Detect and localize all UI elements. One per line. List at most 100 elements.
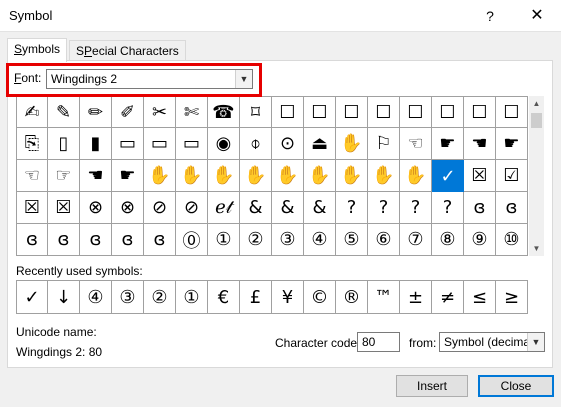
tab-special-characters[interactable]: SPecial Characters <box>69 40 186 62</box>
symbol-cell[interactable]: ☛ <box>432 128 464 160</box>
symbol-cell[interactable]: ⏏ <box>304 128 336 160</box>
recent-symbol-cell[interactable]: ✓ <box>16 280 48 314</box>
symbol-cell[interactable]: ⑥ <box>368 224 400 256</box>
symbol-cell[interactable]: ✋ <box>208 160 240 192</box>
symbol-cell[interactable]: ɞ <box>16 224 48 256</box>
symbol-cell[interactable]: ɞ <box>80 224 112 256</box>
symbol-cell[interactable]: ☚ <box>80 160 112 192</box>
symbol-cell[interactable]: ✋ <box>176 160 208 192</box>
symbol-cell[interactable]: ☐ <box>368 96 400 128</box>
symbol-cell[interactable]: ✋ <box>272 160 304 192</box>
symbol-cell[interactable]: ⊙ <box>272 128 304 160</box>
close-button[interactable]: Close <box>478 375 554 397</box>
symbol-cell[interactable]: ? <box>368 192 400 224</box>
symbol-cell[interactable]: ⌑ <box>240 96 272 128</box>
symbol-cell[interactable]: ɞ <box>112 224 144 256</box>
symbol-cell[interactable]: ⚐ <box>368 128 400 160</box>
symbol-cell[interactable]: ☐ <box>432 96 464 128</box>
help-button[interactable]: ? <box>470 0 510 32</box>
recent-symbol-cell[interactable]: ② <box>144 280 176 314</box>
symbol-cell[interactable]: ▭ <box>176 128 208 160</box>
character-code-input[interactable]: 80 <box>357 332 400 352</box>
close-window-button[interactable]: ✕ <box>514 0 560 32</box>
symbol-cell[interactable]: ✋ <box>400 160 432 192</box>
symbol-cell[interactable]: ✋ <box>304 160 336 192</box>
symbol-cell[interactable]: ɞ <box>496 192 528 224</box>
symbol-cell[interactable]: ☐ <box>304 96 336 128</box>
from-dropdown[interactable]: Symbol (decimal) ▼ <box>439 332 545 352</box>
recent-symbol-cell[interactable]: ≥ <box>496 280 528 314</box>
symbol-cell[interactable]: ⎘ <box>16 128 48 160</box>
symbol-cell[interactable]: ✋ <box>336 160 368 192</box>
recent-symbol-cell[interactable]: ™ <box>368 280 400 314</box>
symbol-cell[interactable]: ☜ <box>16 160 48 192</box>
symbol-cell[interactable]: ℯ𝓉 <box>208 192 240 224</box>
insert-button[interactable]: Insert <box>396 375 468 397</box>
symbol-cell[interactable]: & <box>304 192 336 224</box>
symbol-cell[interactable]: ② <box>240 224 272 256</box>
symbol-cell[interactable]: ✐ <box>112 96 144 128</box>
symbol-cell[interactable]: ◉ <box>208 128 240 160</box>
symbol-cell[interactable]: ☐ <box>496 96 528 128</box>
symbol-cell[interactable]: ☒ <box>48 192 80 224</box>
symbol-cell[interactable]: ✋ <box>144 160 176 192</box>
recent-symbol-cell[interactable]: ① <box>176 280 208 314</box>
scroll-up-icon[interactable]: ▲ <box>529 96 544 111</box>
symbol-cell[interactable]: ⑨ <box>464 224 496 256</box>
symbol-cell[interactable]: ☑ <box>496 160 528 192</box>
chevron-down-icon[interactable]: ▼ <box>527 333 544 351</box>
symbol-cell[interactable]: ☐ <box>464 96 496 128</box>
recent-symbol-cell[interactable]: £ <box>240 280 272 314</box>
symbol-cell[interactable]: ✋ <box>336 128 368 160</box>
symbol-cell[interactable]: ⑤ <box>336 224 368 256</box>
symbol-cell[interactable]: ⑧ <box>432 224 464 256</box>
symbol-cell[interactable]: ▮ <box>80 128 112 160</box>
symbol-cell[interactable]: ☛ <box>496 128 528 160</box>
recent-symbol-cell[interactable]: ± <box>400 280 432 314</box>
symbol-cell[interactable]: ▭ <box>112 128 144 160</box>
tab-symbols[interactable]: Symbols <box>7 38 68 62</box>
symbol-cell[interactable]: ▭ <box>144 128 176 160</box>
symbol-cell[interactable]: ✋ <box>240 160 272 192</box>
symbol-cell[interactable]: ✍ <box>16 96 48 128</box>
symbol-cell[interactable]: ☐ <box>400 96 432 128</box>
symbol-cell[interactable]: ⑩ <box>496 224 528 256</box>
recent-symbol-cell[interactable]: ¥ <box>272 280 304 314</box>
symbol-cell[interactable]: ▯ <box>48 128 80 160</box>
symbol-cell[interactable]: ⊗ <box>80 192 112 224</box>
symbol-cell[interactable]: ☞ <box>48 160 80 192</box>
symbol-cell[interactable]: ✎ <box>48 96 80 128</box>
symbol-cell[interactable]: ? <box>336 192 368 224</box>
recent-symbol-cell[interactable]: ④ <box>80 280 112 314</box>
symbol-cell[interactable]: ? <box>432 192 464 224</box>
symbol-cell[interactable]: ✂ <box>144 96 176 128</box>
symbol-cell[interactable]: ☐ <box>272 96 304 128</box>
scroll-thumb[interactable] <box>531 113 542 128</box>
symbol-cell[interactable]: ⊘ <box>176 192 208 224</box>
symbol-cell[interactable]: ⓪ <box>176 224 208 256</box>
symbol-cell[interactable]: ☎ <box>208 96 240 128</box>
symbol-cell[interactable]: ⌽ <box>240 128 272 160</box>
symbol-cell[interactable]: ⑦ <box>400 224 432 256</box>
symbol-cell[interactable]: ☚ <box>464 128 496 160</box>
recent-symbol-cell[interactable]: ↓ <box>48 280 80 314</box>
grid-scrollbar[interactable]: ▲ ▼ <box>529 96 544 256</box>
symbol-cell[interactable]: ☛ <box>112 160 144 192</box>
symbol-cell[interactable]: ɞ <box>48 224 80 256</box>
symbol-cell[interactable]: ⊘ <box>144 192 176 224</box>
symbol-cell[interactable]: ③ <box>272 224 304 256</box>
symbol-cell[interactable]: & <box>240 192 272 224</box>
symbol-cell[interactable]: ☒ <box>16 192 48 224</box>
recent-symbol-cell[interactable]: ≠ <box>432 280 464 314</box>
symbol-cell[interactable]: ɞ <box>464 192 496 224</box>
symbol-cell[interactable]: ✋ <box>368 160 400 192</box>
symbol-cell[interactable]: & <box>272 192 304 224</box>
symbol-cell[interactable]: ① <box>208 224 240 256</box>
symbol-cell[interactable]: ɞ <box>144 224 176 256</box>
symbol-cell[interactable]: ☜ <box>400 128 432 160</box>
symbol-cell[interactable]: ④ <box>304 224 336 256</box>
symbol-cell[interactable]: ✓ <box>432 160 464 192</box>
recent-symbol-cell[interactable]: ③ <box>112 280 144 314</box>
recent-symbol-cell[interactable]: ≤ <box>464 280 496 314</box>
recent-symbol-cell[interactable]: © <box>304 280 336 314</box>
